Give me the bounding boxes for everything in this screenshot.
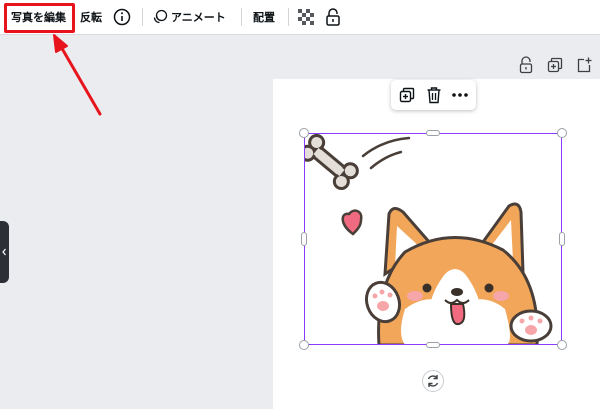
duplicate-element-button[interactable]	[399, 87, 415, 103]
add-page-icon	[577, 57, 592, 73]
selection-frame	[304, 133, 562, 345]
more-options-button[interactable]	[451, 87, 469, 103]
resize-handle-top-left[interactable]	[299, 128, 309, 138]
lock-icon	[519, 56, 533, 74]
chevron-left-icon	[2, 248, 6, 256]
page-lock-button[interactable]	[518, 56, 534, 74]
add-page-button[interactable]	[576, 57, 592, 73]
delete-element-button[interactable]	[426, 86, 442, 104]
element-floating-toolbar	[391, 80, 476, 110]
side-panel-collapse-tab[interactable]	[0, 221, 9, 283]
more-icon	[452, 93, 468, 97]
resize-handle-top-right[interactable]	[557, 128, 567, 138]
resize-handle-bottom-left[interactable]	[299, 340, 309, 350]
resize-handle-bottom-right[interactable]	[557, 340, 567, 350]
duplicate-icon	[547, 57, 563, 73]
duplicate-icon	[399, 87, 415, 103]
resize-handle-top[interactable]	[426, 130, 440, 136]
rotate-button[interactable]	[422, 370, 444, 392]
resize-handle-right[interactable]	[559, 232, 565, 246]
rotate-icon	[427, 375, 439, 387]
trash-icon	[427, 87, 441, 104]
resize-handle-bottom[interactable]	[426, 342, 440, 348]
page-duplicate-button[interactable]	[547, 57, 563, 73]
resize-handle-left[interactable]	[301, 232, 307, 246]
